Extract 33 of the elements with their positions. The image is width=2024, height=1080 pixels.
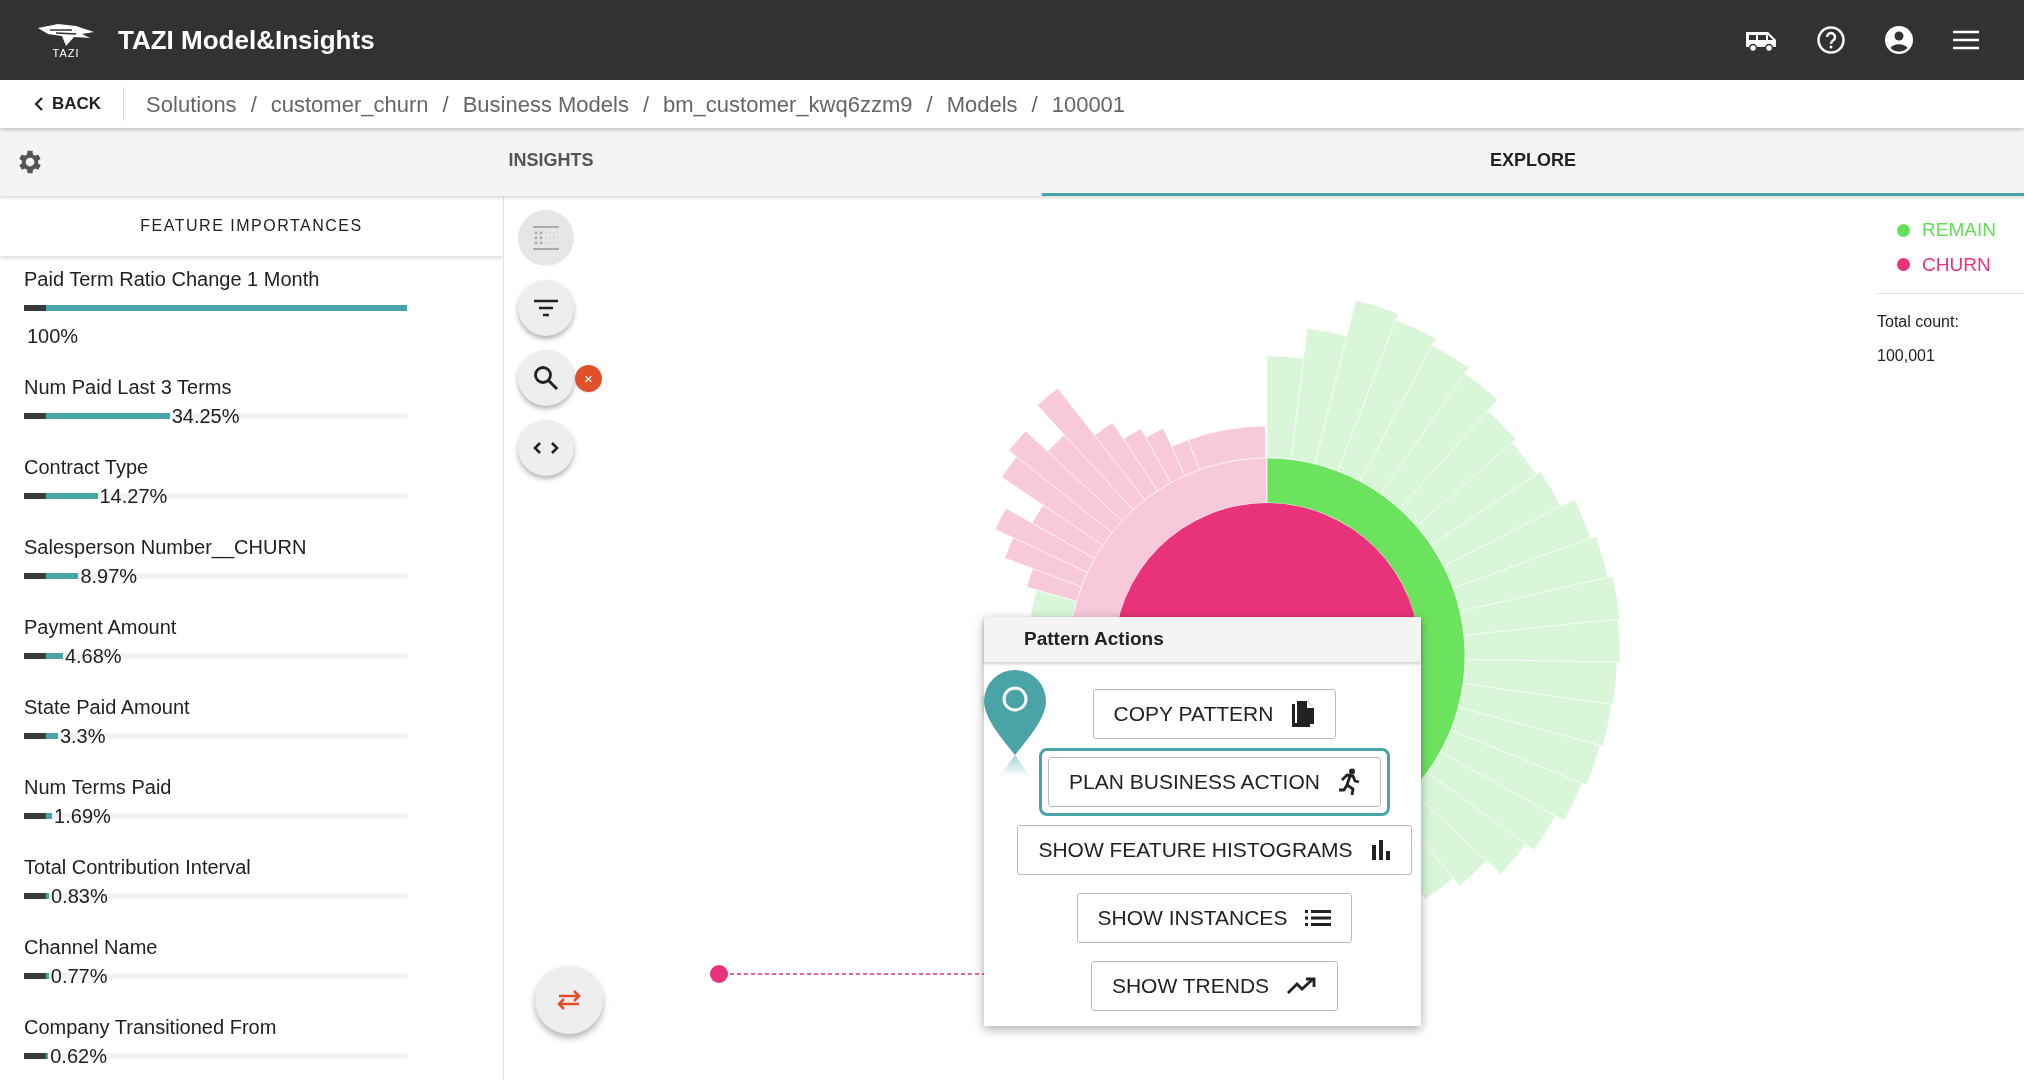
feature-name: State Paid Amount	[24, 695, 191, 720]
breadcrumb-separator: /	[250, 90, 257, 119]
importance-value: 0.77%	[50, 964, 108, 989]
legend-label: REMAIN	[1922, 218, 1996, 242]
total-count-value: 100,001	[1877, 346, 1936, 366]
panel-title: FEATURE IMPORTANCES	[140, 216, 363, 236]
popup-title: Pattern Actions	[984, 617, 1421, 662]
importance-value: 14.27%	[99, 484, 168, 509]
importance-value: 0.83%	[51, 884, 108, 909]
importance-value: 8.97%	[80, 564, 138, 589]
importance-value: 100%	[26, 324, 80, 349]
feature-name: Payment Amount	[24, 615, 178, 640]
app-title: TAZI Model&Insights	[118, 23, 375, 57]
breadcrumb-separator: /	[926, 90, 933, 119]
importance-value: 4.68%	[64, 644, 122, 669]
total-count-label: Total count:	[1877, 312, 1960, 332]
importance-value: 1.69%	[54, 804, 111, 829]
feature-name: Company Transitioned From	[24, 1015, 278, 1040]
feature-name: Total Contribution Interval	[24, 855, 252, 880]
breadcrumb-separator: /	[1031, 90, 1038, 119]
importance-value: 0.62%	[50, 1044, 107, 1069]
importance-value: 34.25%	[171, 404, 240, 429]
feature-name: Num Paid Last 3 Terms	[24, 375, 233, 400]
importance-value: 3.3%	[59, 724, 106, 749]
feature-name: Contract Type	[24, 455, 150, 480]
feature-name: Channel Name	[24, 935, 159, 960]
feature-name: Salesperson Number__CHURN	[24, 535, 308, 561]
feature-name: Paid Term Ratio Change 1 Month	[24, 267, 321, 292]
legend-label: CHURN	[1922, 252, 1991, 277]
breadcrumb-separator: /	[642, 90, 650, 119]
feature-name: Num Terms Paid	[24, 775, 173, 800]
logo-text: TAZI	[52, 47, 80, 59]
breadcrumb-separator: /	[442, 90, 449, 119]
